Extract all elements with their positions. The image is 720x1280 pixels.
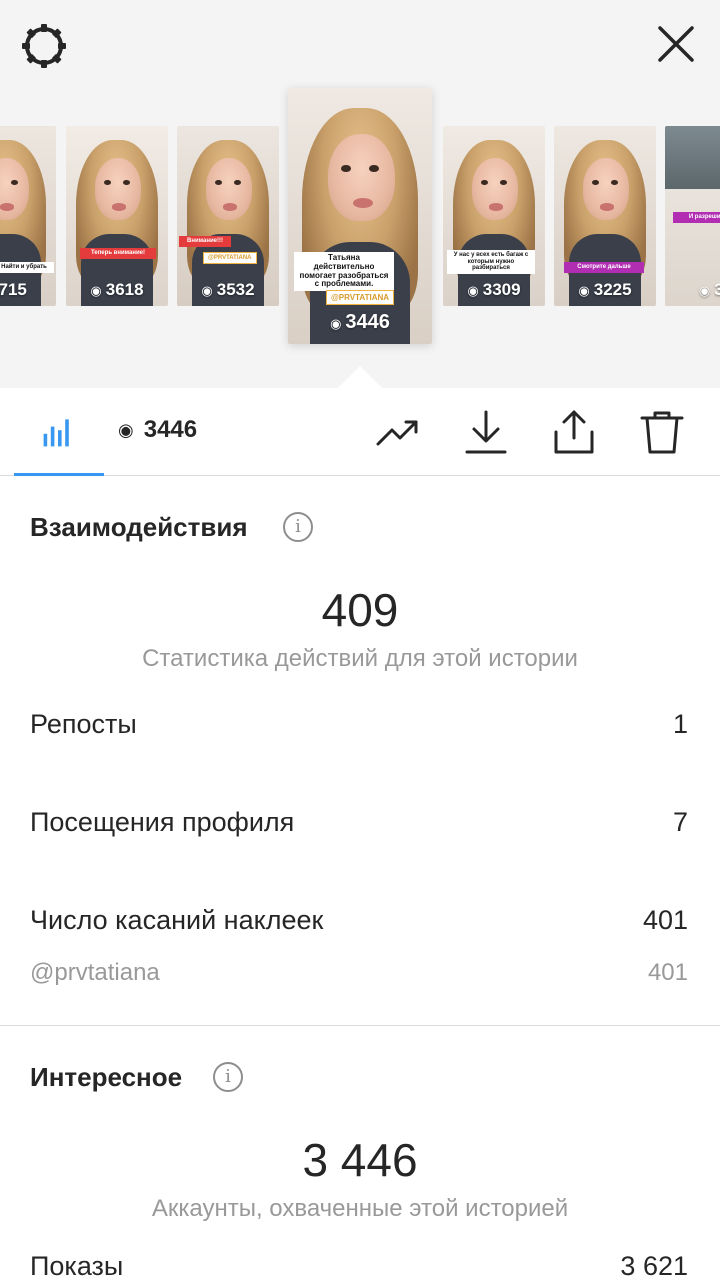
story-carousel-area: Найти и убрать ◉715 Теперь внимание! ◉36… [0, 0, 720, 388]
story-view-count: ◉ 3225 [578, 280, 632, 299]
stat-value-reposts: 1 [672, 709, 688, 739]
stat-label-impressions: Показы [30, 1251, 124, 1280]
tab-active-indicator [14, 473, 104, 476]
mention-sticker: @PRVTATIANA [326, 290, 395, 305]
close-icon[interactable] [652, 20, 700, 68]
share-icon[interactable] [550, 408, 598, 456]
story-thumbnail[interactable]: Найти и убрать ◉715 [0, 126, 56, 306]
story-thumbnail[interactable]: У нас у всех есть багаж с которым нужно … [443, 126, 545, 306]
mention-sticker: @PRVTATIANA [203, 252, 257, 264]
stat-label-sticker-taps: Число касаний наклеек [30, 905, 324, 935]
bar-chart-icon [43, 419, 69, 447]
selection-pointer [338, 366, 382, 388]
tab-insights[interactable] [14, 388, 104, 476]
story-caption: Татьяна действительно помогает разобрать… [294, 252, 394, 292]
interactions-subtitle: Статистика действий для этой истории [142, 645, 578, 672]
views-count: 3446 [143, 416, 198, 443]
story-thumbnail-selected[interactable]: Татьяна действительно помогает разобрать… [288, 88, 432, 344]
discovery-total: 3 446 [302, 1134, 418, 1186]
trash-icon[interactable] [638, 408, 686, 456]
stat-value-impressions: 3 621 [620, 1251, 688, 1280]
story-caption: У нас у всех есть багаж с которым нужно … [447, 250, 535, 274]
stat-value-sticker-taps: 401 [642, 905, 688, 935]
story-thumbnail[interactable]: И разрешить ◉31 [665, 126, 720, 306]
stat-value-profile-visits: 7 [672, 807, 688, 837]
story-view-count: ◉ 3532 [201, 280, 255, 299]
interactions-total: 409 [321, 584, 399, 636]
section-title-discovery: Интересное [30, 1062, 183, 1092]
story-toolbar: ◉ 3446 [0, 388, 720, 476]
story-caption: Смотрите дальше [564, 262, 644, 273]
stat-value-mention: 401 [647, 959, 688, 986]
story-view-count: ◉ 3446 [330, 311, 390, 333]
section-title-interactions: Взаимодействия [30, 512, 248, 542]
story-view-count: ◉31 [698, 280, 720, 299]
trending-up-icon[interactable] [374, 408, 422, 456]
story-thumbnail[interactable]: Внимание!!! @PRVTATIANA ◉ 3532 [177, 126, 279, 306]
story-view-count: ◉ 3618 [90, 280, 144, 299]
story-caption: Найти и убрать [0, 262, 54, 273]
story-thumbnail[interactable]: Смотрите дальше ◉ 3225 [554, 126, 656, 306]
story-view-count: ◉715 [0, 280, 27, 299]
info-icon[interactable]: i [213, 1062, 243, 1092]
story-caption: Теперь внимание! [80, 248, 156, 259]
section-divider [0, 1025, 720, 1026]
story-caption: Внимание!!! [179, 236, 231, 247]
eye-icon: ◉ [118, 419, 134, 440]
stat-label-mention: @prvtatiana [30, 959, 160, 986]
download-icon[interactable] [462, 408, 510, 456]
story-thumbnail[interactable]: Теперь внимание! ◉ 3618 [66, 126, 168, 306]
story-caption: И разрешить [673, 212, 720, 223]
info-icon[interactable]: i [283, 512, 313, 542]
views-counter[interactable]: ◉ 3446 [118, 416, 197, 444]
gear-icon[interactable] [20, 22, 68, 70]
stat-label-reposts: Репосты [30, 709, 137, 739]
discovery-subtitle: Аккаунты, охваченные этой историей [151, 1195, 569, 1222]
stat-label-profile-visits: Посещения профиля [30, 807, 295, 837]
story-view-count: ◉ 3309 [467, 280, 521, 299]
